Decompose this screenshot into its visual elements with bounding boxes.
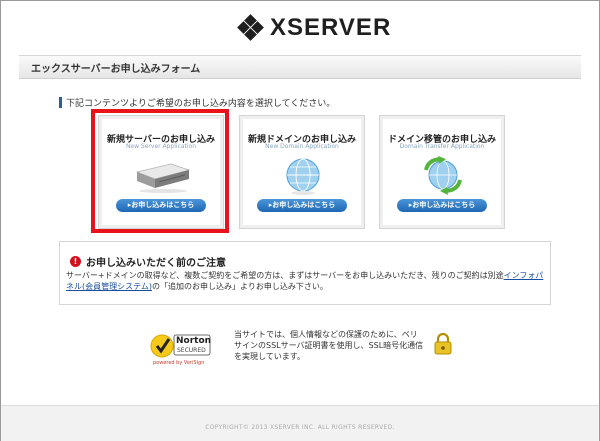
selected-card-highlight	[91, 109, 229, 233]
copyright: COPYRIGHT© 2013 XSERVER INC. ALL RIGHTS …	[205, 424, 395, 431]
norton-seal[interactable]: Norton SECURED powered by VeriSign	[149, 324, 213, 370]
norton-label: Norton	[176, 336, 212, 346]
form-titlebar: エックスサーバーお申し込みフォーム	[19, 55, 581, 79]
page-frame: XSERVER エックスサーバーお申し込みフォーム 下記コンテンツよりご希望のお…	[0, 0, 600, 441]
instruction-text: 下記コンテンツよりご希望のお申し込み内容を選択してください。	[66, 99, 336, 109]
notice-title: ! お申し込みいただく前のご注意	[70, 254, 226, 269]
logo-text: XSERVER	[270, 14, 392, 41]
site-header: XSERVER	[1, 1, 599, 51]
norton-powered: powered by VeriSign	[153, 360, 205, 366]
apply-button[interactable]: ▸お申し込みはこちら	[257, 199, 347, 212]
logo-mark-icon	[237, 14, 264, 41]
warning-icon: !	[70, 256, 81, 267]
card-domain-transfer[interactable]: ドメイン移管のお申し込み Domain Transfer Application…	[379, 115, 505, 229]
lock-icon	[434, 333, 452, 355]
apply-button[interactable]: ▸お申し込みはこちら	[397, 199, 487, 212]
card-subtitle: New Domain Application	[265, 143, 339, 150]
notice-body-after: の「追加のお申し込み」よりお申し込み下さい。	[152, 282, 328, 291]
notice-body: サーバー+ドメインの取得など、複数ご契約をご希望の方は、まずはサーバーをお申し込…	[66, 270, 544, 292]
card-new-domain[interactable]: 新規ドメインのお申し込み New Domain Application ▸お申し…	[239, 115, 365, 229]
footer: COPYRIGHT© 2013 XSERVER INC. ALL RIGHTS …	[1, 405, 599, 441]
card-subtitle: Domain Transfer Application	[399, 143, 485, 150]
notice-body-before: サーバー+ドメインの取得など、複数ご契約をご希望の方は、まずはサーバーをお申し込…	[66, 271, 504, 280]
norton-secured: SECURED	[177, 347, 206, 354]
instruction: 下記コンテンツよりご希望のお申し込み内容を選択してください。	[59, 96, 335, 109]
globe-icon	[286, 158, 320, 195]
ssl-description: 当サイトでは、個人情報などの保護のために、ベリサインのSSLサーバ証明書を使用し…	[234, 330, 424, 361]
notice-box: ! お申し込みいただく前のご注意 サーバー+ドメインの取得など、複数ご契約をご希…	[59, 241, 551, 305]
instruction-marker	[59, 97, 62, 108]
globe-transfer-icon	[424, 156, 462, 195]
notice-title-text: お申し込みいただく前のご注意	[86, 258, 226, 269]
xserver-logo[interactable]: XSERVER	[237, 14, 392, 42]
form-title: エックスサーバーお申し込みフォーム	[31, 64, 201, 75]
